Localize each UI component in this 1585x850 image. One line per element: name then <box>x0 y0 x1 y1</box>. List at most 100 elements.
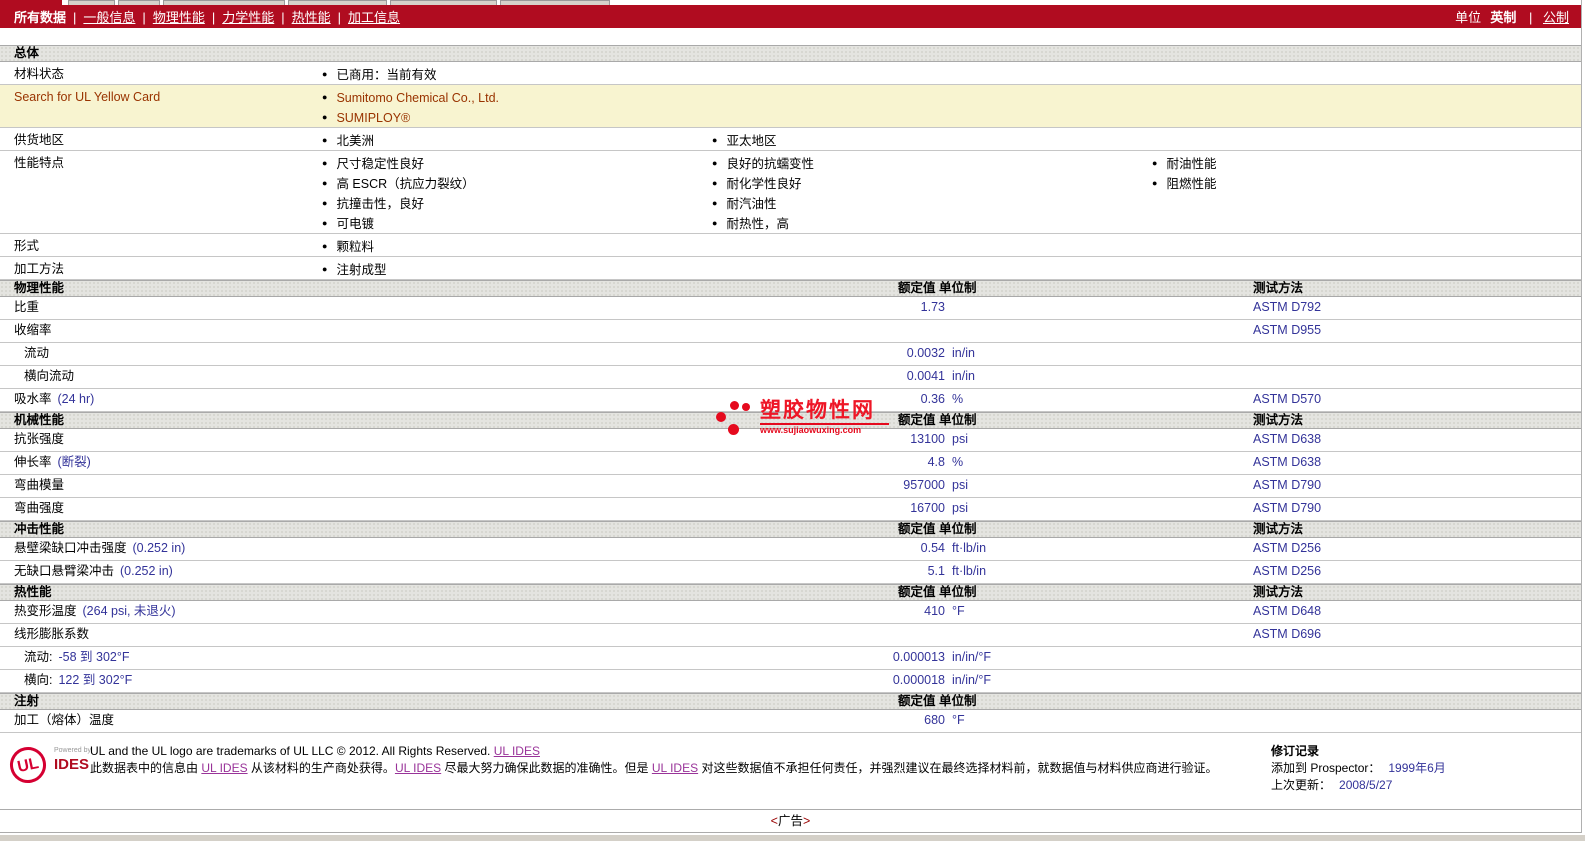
bullet-icon: ● <box>322 69 328 79</box>
property-value <box>806 320 945 342</box>
disclaimer-line1: UL and the UL logo are trademarks of UL … <box>90 743 1253 760</box>
bullet-text: 耐化学性良好 <box>726 177 802 191</box>
bullet-icon: ● <box>712 135 718 145</box>
general-row-label[interactable]: Search for UL Yellow Card <box>14 88 160 107</box>
bullet-item: ● 耐热性，高 <box>712 213 814 233</box>
property-unit <box>945 624 1253 646</box>
property-test-method <box>1253 366 1581 388</box>
property-label: 弯曲模量 <box>0 475 806 497</box>
bullet-icon: ● <box>322 264 328 274</box>
property-label: 吸水率 (24 hr) <box>0 389 806 411</box>
section-header-冲击性能: 冲击性能 额定值 单位制 测试方法 <box>0 521 1581 538</box>
tab-stub-5 <box>390 0 497 5</box>
ul-ides-link[interactable]: UL IDES <box>201 761 247 775</box>
bullet-text[interactable]: SUMIPLOY® <box>336 111 410 125</box>
property-test-method: ASTM D790 <box>1253 478 1322 492</box>
ul-ides-link[interactable]: UL IDES <box>395 761 441 775</box>
disclaimer-line2: 此数据表中的信息由 UL IDES 从该材料的生产商处获得。UL IDES 尽最… <box>90 760 1253 777</box>
bullet-text[interactable]: Sumitomo Chemical Co., Ltd. <box>336 91 499 105</box>
property-label-text: 伸长率 <box>14 455 52 469</box>
bottom-strip <box>0 833 1585 841</box>
general-row: 材料状态 ● 已商用：当前有效 <box>0 62 1581 85</box>
watermark-site-name: 塑胶物性网 <box>760 399 889 425</box>
property-label: 弯曲强度 <box>0 498 806 520</box>
property-row: 线形膨胀系数 ASTM D696 <box>0 624 1581 647</box>
property-row: 收缩率 ASTM D955 <box>0 320 1581 343</box>
nav-separator: | <box>73 10 77 25</box>
property-row: 流动: -58 到 302°F 0.000013 in/in/°F <box>0 647 1581 670</box>
ul-logo-icon: UL <box>6 743 50 787</box>
bullet-text: 耐油性能 <box>1166 157 1217 171</box>
tab-stub-4 <box>288 0 387 5</box>
general-col-0: ● 颗粒料 <box>322 236 374 256</box>
property-unit: in/in/°F <box>952 650 992 664</box>
disclaimer-text: UL and the UL logo are trademarks of UL … <box>90 743 1271 803</box>
property-value: 0.0041 <box>906 369 945 383</box>
general-row-label: 形式 <box>14 239 40 253</box>
property-row: 无缺口悬臂梁冲击 (0.252 in) 5.1 ft·lb/in ASTM D256 <box>0 561 1581 584</box>
property-label-text: 无缺口悬臂梁冲击 <box>14 564 115 578</box>
bullet-item: ● 耐化学性良好 <box>712 173 814 193</box>
property-value: 680 <box>924 713 945 727</box>
nav-separator: | <box>211 10 216 25</box>
general-col-1: ● 亚太地区 <box>712 130 776 150</box>
property-value: 0.54 <box>920 541 945 555</box>
nav-item-1[interactable]: 一般信息 <box>83 10 135 25</box>
bullet-item: ● 已商用：当前有效 <box>322 64 436 84</box>
property-label: 横向: 122 到 302°F <box>0 670 806 692</box>
general-row: Search for UL Yellow Card ● Sumitomo Chemi… <box>0 85 1581 128</box>
bullet-icon: ● <box>1152 158 1158 168</box>
tab-stub-6 <box>500 0 610 5</box>
general-col-2: ● 耐油性能 ● 阻燃性能 <box>1152 153 1216 193</box>
nav-item-3[interactable]: 力学性能 <box>222 10 274 25</box>
property-label: 悬壁梁缺口冲击强度 (0.252 in) <box>0 538 806 560</box>
property-test-method <box>1253 670 1581 692</box>
property-row: 弯曲强度 16700 psi ASTM D790 <box>0 498 1581 521</box>
ad-label: 广告 <box>777 814 803 828</box>
bullet-item: ● 阻燃性能 <box>1152 173 1216 193</box>
units-metric-link[interactable]: 公制 <box>1543 10 1569 25</box>
bullet-icon: ● <box>322 178 328 188</box>
revision-title: 修订记录 <box>1271 744 1320 758</box>
ides-brand: IDES <box>54 756 90 773</box>
bullet-text: 阻燃性能 <box>1166 177 1217 191</box>
section-title: 机械性能 <box>14 413 65 427</box>
footer: UL Powered by IDES UL and the UL logo ar… <box>0 743 1581 803</box>
disclaimer-segment: 尽最大努力确保此数据的准确性。但是 <box>441 761 652 775</box>
property-unit: in/in <box>952 346 975 360</box>
ad-close-bracket: > <box>803 814 811 828</box>
ul-ides-link[interactable]: UL IDES <box>494 744 540 758</box>
column-header-test: 测试方法 <box>1253 522 1304 536</box>
property-test-method: ASTM D570 <box>1253 392 1322 406</box>
property-label-text: 横向: <box>24 673 53 687</box>
bullet-icon: ● <box>712 178 718 188</box>
nav-item-5[interactable]: 加工信息 <box>348 10 400 25</box>
spacer <box>0 28 1581 45</box>
property-unit: % <box>952 392 964 406</box>
bullet-icon: ● <box>712 198 718 208</box>
bullet-icon: ● <box>712 158 718 168</box>
ul-ides-link[interactable]: UL IDES <box>652 761 698 775</box>
property-unit: psi <box>952 501 968 515</box>
tab-stub-3 <box>163 0 285 5</box>
property-row: 横向: 122 到 302°F 0.000018 in/in/°F <box>0 670 1581 693</box>
property-value <box>806 624 945 646</box>
revision-updated-label: 上次更新： <box>1271 778 1332 792</box>
bullet-text: 抗撞击性，良好 <box>336 197 424 211</box>
bullet-text: 高 ESCR（抗应力裂纹） <box>336 177 475 191</box>
property-unit: ft·lb/in <box>952 564 987 578</box>
property-unit: psi <box>952 432 968 446</box>
nav-item-4[interactable]: 热性能 <box>292 10 331 25</box>
property-value: 1.73 <box>920 300 945 314</box>
property-label: 加工（熔体）温度 <box>0 710 806 732</box>
property-label-text: 流动 <box>24 346 50 360</box>
nav-item-2[interactable]: 物理性能 <box>153 10 205 25</box>
bullet-text: 注射成型 <box>336 263 387 277</box>
bullet-icon: ● <box>1152 178 1158 188</box>
bullet-item: ● 尺寸稳定性良好 <box>322 153 475 173</box>
property-value: 4.8 <box>927 455 945 469</box>
bullet-item: ● SUMIPLOY® <box>322 107 499 127</box>
section-header-注射: 注射 额定值 单位制 <box>0 693 1581 710</box>
property-label-text: 横向流动 <box>24 369 75 383</box>
general-col-1: ● 良好的抗蠕变性 ● 耐化学性良好 ● 耐汽油性 ● 耐热性，高 <box>712 153 814 233</box>
